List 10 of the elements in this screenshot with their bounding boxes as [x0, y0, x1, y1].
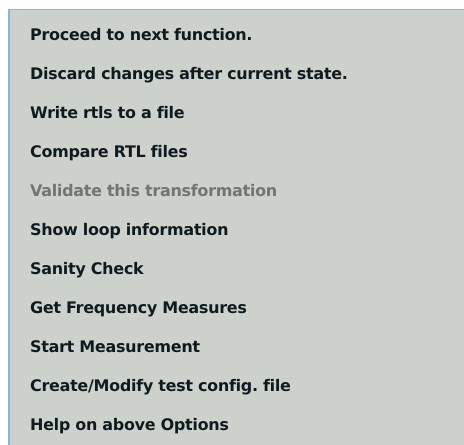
menu-item[interactable]: Create/Modify test config. file: [30, 366, 291, 405]
menu-item[interactable]: Sanity Check: [30, 249, 144, 288]
menu-item[interactable]: Discard changes after current state.: [30, 54, 348, 93]
menu-item[interactable]: Get Frequency Measures: [30, 288, 247, 327]
menu-item[interactable]: Write rtls to a file: [30, 93, 184, 132]
menu-item[interactable]: Help on above Options: [30, 405, 229, 444]
menu-item[interactable]: Show loop information: [30, 210, 228, 249]
menu-item[interactable]: Proceed to next function.: [30, 15, 252, 54]
menu-item[interactable]: Compare RTL files: [30, 132, 188, 171]
menu-item[interactable]: Start Measurement: [30, 327, 200, 366]
